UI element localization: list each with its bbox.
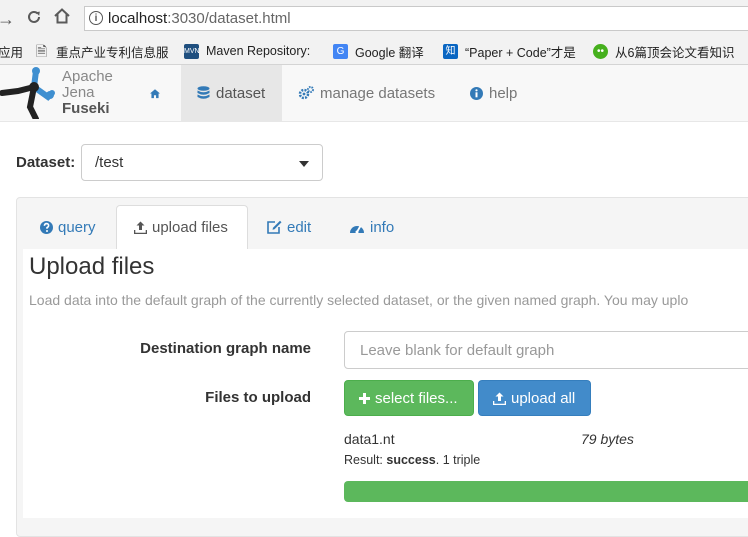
bookmarks-bar: 应用 🗎 重点产业专利信息服 MVN Maven Repository: G G… <box>0 38 748 65</box>
google-translate-icon: G <box>333 43 348 59</box>
upload-icon <box>134 221 147 234</box>
nav-help[interactable]: help <box>470 65 517 121</box>
fuseki-logo[interactable]: Apache Jena Fuseki <box>0 67 120 122</box>
edit-icon <box>267 220 282 234</box>
bookmark-label: 应用 <box>0 45 24 60</box>
reload-icon[interactable] <box>22 7 46 31</box>
result-detail: . 1 triple <box>435 453 481 467</box>
tab-upload-label: upload files <box>152 219 228 236</box>
nav-manage-label: manage datasets <box>320 84 436 102</box>
nav-dataset-label: dataset <box>216 84 266 102</box>
dataset-tabs: query upload files edit info <box>23 205 748 250</box>
select-files-label: select files... <box>375 389 458 407</box>
dataset-selected-value: /test <box>95 154 124 171</box>
bookmark-zhihu[interactable]: 知 “Paper + Code”才是 <box>443 42 576 60</box>
home-browser-icon[interactable] <box>50 7 74 31</box>
nav-dataset[interactable]: dataset <box>181 65 282 121</box>
bookmark-wechat[interactable]: •• 从6篇顶会论文看知识 <box>593 42 734 60</box>
mvn-icon: MVN <box>184 43 200 59</box>
result-status: success <box>386 453 436 467</box>
destination-graph-field[interactable] <box>344 331 748 369</box>
upload-all-label: upload all <box>511 389 576 407</box>
cogs-icon <box>298 86 314 100</box>
file-name: data1.nt <box>344 431 395 447</box>
nav-help-label: help <box>489 84 518 102</box>
file-size: 79 bytes <box>581 431 634 447</box>
url-path: :3030/dataset.html <box>167 10 291 27</box>
bookmark-label: 重点产业专利信息服 <box>56 45 169 60</box>
dataset-label: Dataset: <box>16 154 76 171</box>
zhihu-icon: 知 <box>443 43 458 59</box>
nav-home[interactable] <box>150 65 166 121</box>
upload-progress-bar <box>344 481 748 502</box>
tab-edit[interactable]: edit <box>267 205 311 249</box>
database-icon <box>197 85 210 99</box>
destination-graph-label: Destination graph name <box>140 340 311 357</box>
back-icon[interactable]: → <box>0 7 18 31</box>
files-to-upload-label: Files to upload <box>205 389 311 406</box>
bookmark-apps[interactable]: 应用 <box>0 42 23 60</box>
upload-progress <box>344 481 748 502</box>
question-circle-icon <box>40 220 53 234</box>
bookmark-google-translate[interactable]: G Google 翻译 <box>333 42 424 60</box>
upload-icon <box>493 392 506 405</box>
tab-edit-label: edit <box>287 218 312 236</box>
dashboard-icon <box>350 225 364 233</box>
bookmark-patent[interactable]: 🗎 重点产业专利信息服 <box>34 42 169 60</box>
bookmark-label: Google 翻译 <box>355 45 424 60</box>
fuseki-logo-icon <box>0 67 55 122</box>
plus-icon <box>359 392 370 404</box>
result-prefix: Result: <box>344 453 383 467</box>
logo-line-apache: Apache <box>62 68 113 85</box>
bookmark-label: 从6篇顶会论文看知识 <box>615 45 735 60</box>
bookmark-label: “Paper + Code”才是 <box>465 45 576 60</box>
info-circle-icon <box>470 86 483 100</box>
upload-all-button[interactable]: upload all <box>478 380 591 416</box>
select-files-button[interactable]: select files... <box>344 380 474 416</box>
logo-line-jena: Jena <box>62 84 95 101</box>
tab-info[interactable]: info <box>349 205 394 249</box>
bookmark-maven[interactable]: MVN Maven Repository: <box>184 42 310 60</box>
nav-manage-datasets[interactable]: manage datasets <box>298 65 435 121</box>
tab-query[interactable]: query <box>40 205 96 249</box>
logo-line-fuseki: Fuseki <box>62 100 110 117</box>
url-host: localhost <box>108 10 168 27</box>
address-bar[interactable]: i localhost:3030/dataset.html <box>84 6 748 31</box>
home-icon <box>150 88 160 98</box>
wechat-icon: •• <box>593 43 608 59</box>
dataset-select[interactable]: /test <box>81 144 323 181</box>
info-icon[interactable]: i <box>89 11 103 25</box>
fuseki-navbar: Apache Jena Fuseki dataset manage datase… <box>0 65 748 122</box>
upload-description: Load data into the default graph of the … <box>29 292 689 308</box>
destination-graph-input[interactable] <box>358 332 742 368</box>
page-icon: 🗎 <box>35 42 48 59</box>
upload-result: Result: success. 1 triple <box>344 453 480 467</box>
tab-upload-files[interactable]: upload files <box>116 205 248 250</box>
browser-toolbar: → i localhost:3030/dataset.html <box>0 0 748 39</box>
chevron-down-icon <box>299 161 309 167</box>
tab-info-label: info <box>370 218 395 236</box>
tab-query-label: query <box>58 218 96 236</box>
upload-title: Upload files <box>29 253 155 280</box>
bookmark-label: Maven Repository: <box>206 44 311 58</box>
